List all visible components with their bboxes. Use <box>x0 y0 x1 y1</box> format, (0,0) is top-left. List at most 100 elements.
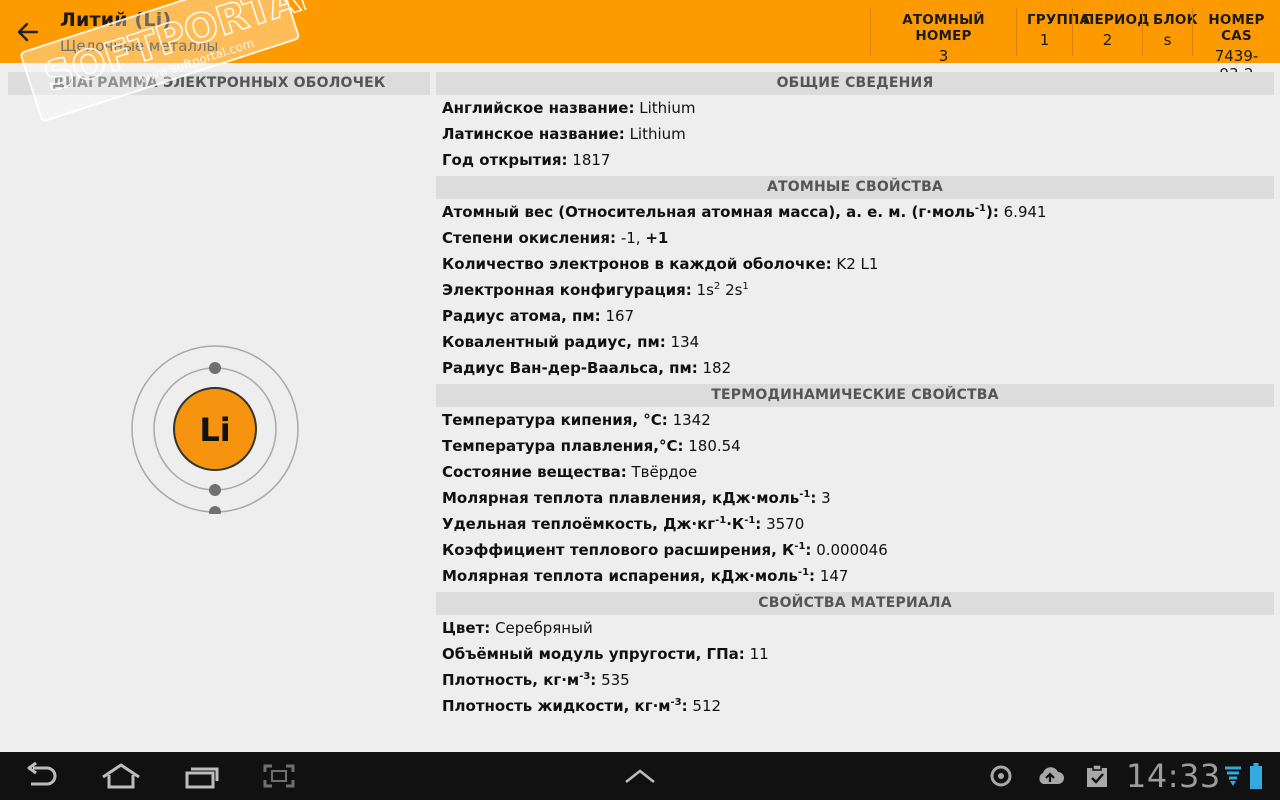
prop-label: Английское название: <box>442 99 635 117</box>
wifi-icon <box>1225 766 1241 786</box>
screenshot-icon <box>263 764 295 788</box>
prop-english-name: Английское название: Lithium <box>436 95 1274 121</box>
prop-label: Год открытия: <box>442 151 568 169</box>
general-section-header: ОБЩИЕ СВЕДЕНИЯ <box>436 72 1274 95</box>
prop-label: Объёмный модуль упругости, ГПа: <box>442 645 745 663</box>
element-title: Литий (Li) <box>60 9 172 31</box>
stat-label: НОМЕР CAS <box>1208 12 1265 44</box>
system-navigation-bar: 14:33 <box>0 752 1280 800</box>
element-stats: АТОМНЫЙ НОМЕР 3 ГРУППА 1 ПЕРИОД 2 БЛОК s… <box>870 8 1280 83</box>
prop-label: Радиус Ван-дер-Ваальса, пм: <box>442 359 698 377</box>
task-status <box>1082 760 1112 792</box>
prop-value: K2 L1 <box>836 255 879 273</box>
prop-label: Температура плавления,°C: <box>442 437 684 455</box>
prop-atomic-radius: Радиус атома, пм: 167 <box>436 303 1274 329</box>
home-icon <box>102 763 140 789</box>
prop-value: 0.000046 <box>816 541 888 559</box>
prop-heat-vaporization: Молярная теплота испарения, кДж·моль-1: … <box>436 563 1274 589</box>
atomic-section-header: АТОМНЫЕ СВОЙСТВА <box>436 176 1274 199</box>
prop-value: -1, +1 <box>620 229 669 247</box>
prop-label: Плотность, кг·м-3: <box>442 671 597 689</box>
sync-icon <box>990 765 1012 787</box>
clipboard-check-icon <box>1087 764 1107 787</box>
prop-value: 182 <box>702 359 732 377</box>
prop-value: 512 <box>692 697 722 715</box>
prop-color: Цвет: Серебряный <box>436 615 1274 641</box>
back-arrow-icon <box>17 22 39 42</box>
prop-value: 6.941 <box>1003 203 1047 221</box>
prop-discovery-year: Год открытия: 1817 <box>436 147 1274 173</box>
prop-boiling-point: Температура кипения, °C: 1342 <box>436 407 1274 433</box>
prop-label: Ковалентный радиус, пм: <box>442 333 666 351</box>
prop-value: 3570 <box>766 515 805 533</box>
nav-home-button[interactable] <box>96 760 146 792</box>
prop-liquid-density: Плотность жидкости, кг·м-3: 512 <box>436 693 1274 719</box>
nav-back-icon <box>27 762 57 786</box>
prop-value: Твёрдое <box>631 463 698 481</box>
prop-value: Lithium <box>639 99 696 117</box>
electron <box>209 362 221 374</box>
prop-label: Электронная конфигурация: <box>442 281 692 299</box>
chevron-up-icon <box>625 769 655 783</box>
element-category: Щелочные металлы <box>60 37 219 55</box>
prop-value: 180.54 <box>688 437 741 455</box>
prop-value: 1817 <box>572 151 611 169</box>
electron <box>209 484 221 496</box>
prop-value: 134 <box>670 333 700 351</box>
prop-electrons-per-shell: Количество электронов в каждой оболочке:… <box>436 251 1274 277</box>
electron-shell-diagram: Li <box>131 345 299 514</box>
prop-label: Температура кипения, °C: <box>442 411 668 429</box>
nav-back-button[interactable] <box>18 760 64 792</box>
nav-recent-apps-button[interactable] <box>180 760 224 792</box>
stat-period: ПЕРИОД 2 <box>1072 8 1149 56</box>
stat-block: БЛОК s <box>1142 8 1198 56</box>
prop-label: Цвет: <box>442 619 491 637</box>
stat-group: ГРУППА 1 <box>1016 8 1091 56</box>
prop-label: Молярная теплота испарения, кДж·моль-1: <box>442 567 816 585</box>
prop-value: 11 <box>749 645 769 663</box>
prop-value: 3 <box>821 489 831 507</box>
prop-value: 535 <box>601 671 630 689</box>
prop-value: 167 <box>605 307 635 325</box>
title-block: Литий (Li) Щелочные металлы <box>60 9 218 55</box>
prop-oxidation-states: Степени окисления: -1, +1 <box>436 225 1274 251</box>
stat-label: БЛОК <box>1153 12 1198 28</box>
battery-icon <box>1250 763 1262 789</box>
status-clock: 14:33 <box>1126 757 1221 795</box>
nav-menu-chevron[interactable] <box>618 760 662 792</box>
prop-label: Степени окисления: <box>442 229 617 247</box>
prop-value: 1342 <box>672 411 711 429</box>
stat-value: 2 <box>1102 31 1113 49</box>
prop-melting-point: Температура плавления,°C: 180.54 <box>436 433 1274 459</box>
back-button[interactable] <box>10 14 46 50</box>
upload-status <box>1034 760 1066 792</box>
properties-panel: ОБЩИЕ СВЕДЕНИЯ Английское название: Lith… <box>436 72 1274 752</box>
stat-value: 1 <box>1039 31 1050 49</box>
prop-label: Состояние вещества: <box>442 463 627 481</box>
stat-label: АТОМНЫЙ НОМЕР <box>902 12 985 44</box>
prop-state: Состояние вещества: Твёрдое <box>436 459 1274 485</box>
prop-value: Серебряный <box>495 619 593 637</box>
stat-label: ГРУППА <box>1027 12 1091 28</box>
nucleus-symbol: Li <box>199 411 230 449</box>
prop-label: Удельная теплоёмкость, Дж·кг-1·К-1: <box>442 515 762 533</box>
stat-atomic-number: АТОМНЫЙ НОМЕР 3 <box>870 8 1016 65</box>
prop-label: Коэффициент теплового расширения, К-1: <box>442 541 812 559</box>
prop-label: Молярная теплота плавления, кДж·моль-1: <box>442 489 817 507</box>
wifi-status <box>1222 760 1244 792</box>
battery-status <box>1246 760 1266 792</box>
stat-value: s <box>1163 31 1172 49</box>
prop-thermal-expansion: Коэффициент теплового расширения, К-1: 0… <box>436 537 1274 563</box>
nav-screenshot-button[interactable] <box>258 760 300 792</box>
electron <box>209 506 221 514</box>
stat-cas-number: НОМЕР CAS 7439-93-2 <box>1192 8 1280 83</box>
prop-label: Радиус атома, пм: <box>442 307 601 325</box>
shell-diagram-header: ДИАГРАММА ЭЛЕКТРОННЫХ ОБОЛОЧЕК <box>8 72 430 95</box>
prop-label: Плотность жидкости, кг·м-3: <box>442 697 688 715</box>
prop-label: Атомный вес (Относительная атомная масса… <box>442 203 999 221</box>
prop-vdw-radius: Радиус Ван-дер-Ваальса, пм: 182 <box>436 355 1274 381</box>
prop-bulk-modulus: Объёмный модуль упругости, ГПа: 11 <box>436 641 1274 667</box>
prop-density: Плотность, кг·м-3: 535 <box>436 667 1274 693</box>
prop-label: Количество электронов в каждой оболочке: <box>442 255 832 273</box>
stat-value: 3 <box>938 47 949 65</box>
